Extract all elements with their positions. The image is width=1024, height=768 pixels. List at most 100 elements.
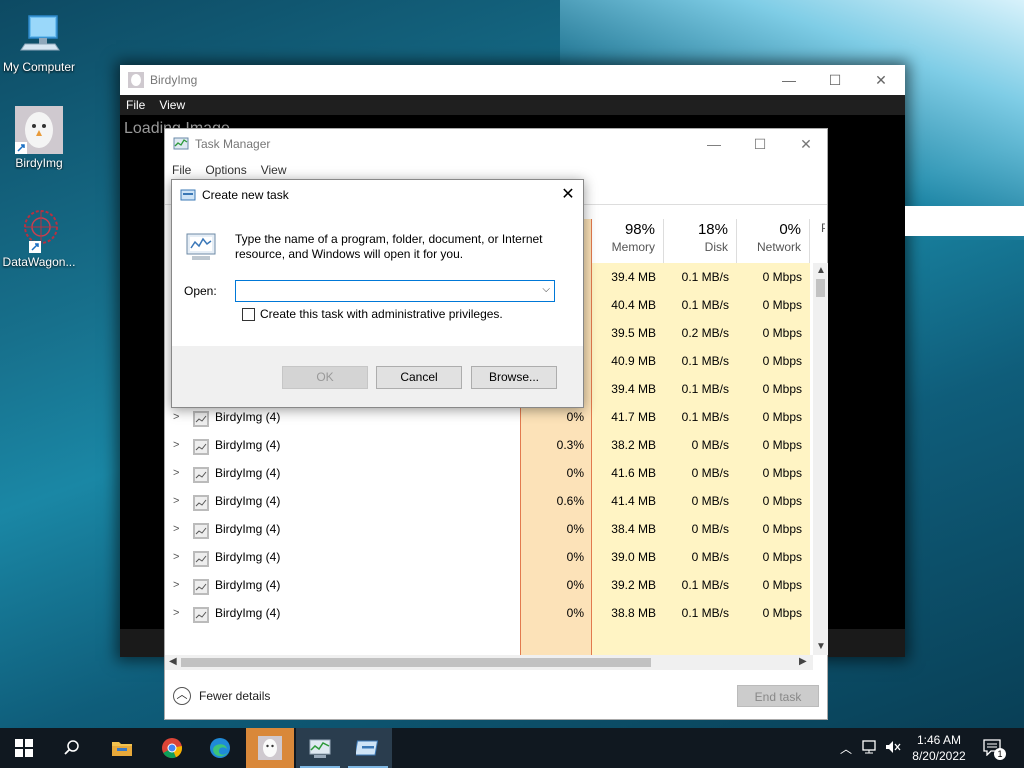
browse-button[interactable]: Browse... — [471, 366, 557, 389]
taskbar-edge[interactable] — [196, 728, 244, 768]
column-header-power[interactable]: P — [810, 219, 825, 263]
chevron-right-icon[interactable]: > — [173, 459, 179, 487]
birdyimg-shortcut-icon — [15, 106, 63, 154]
taskbar-run-dialog[interactable] — [344, 728, 392, 768]
fewer-details-button[interactable]: ︿ Fewer details — [173, 687, 270, 705]
cancel-button[interactable]: Cancel — [376, 366, 462, 389]
computer-icon — [15, 10, 63, 58]
memory-cell: 38.8 MB — [611, 606, 656, 620]
birdyimg-process-icon — [193, 549, 209, 567]
process-row[interactable]: > BirdyImg (4) 0% 38.8 MB 0.1 MB/s 0 Mbps — [165, 599, 817, 627]
disk-cell: 0.1 MB/s — [681, 298, 729, 312]
dialog-titlebar[interactable]: Create new task — [172, 180, 583, 210]
chevron-up-icon[interactable]: ︿ — [840, 740, 852, 757]
process-name: BirdyImg (4) — [215, 550, 281, 564]
cpu-cell: 0% — [566, 550, 584, 564]
birdyimg-canvas-edge — [905, 206, 1024, 236]
disk-cell: 0 MB/s — [691, 466, 729, 480]
menu-file[interactable]: File — [126, 98, 145, 112]
clock-time: 1:46 AM — [916, 733, 962, 747]
minimize-button[interactable]: — — [691, 129, 737, 159]
chevron-right-icon[interactable]: > — [173, 515, 179, 543]
network-cell: 0 Mbps — [762, 522, 802, 536]
chevron-up-icon: ︿ — [173, 687, 191, 705]
menu-view[interactable]: View — [261, 163, 287, 177]
disk-cell: 0.1 MB/s — [681, 354, 729, 368]
taskbar-chrome[interactable] — [148, 728, 196, 768]
scroll-up-icon[interactable]: ▲ — [816, 265, 826, 276]
memory-cell: 41.4 MB — [611, 494, 656, 508]
scroll-down-icon[interactable]: ▼ — [816, 641, 826, 652]
birdyimg-process-icon — [193, 521, 209, 539]
taskbar-task-manager[interactable] — [296, 728, 344, 768]
process-row[interactable]: > BirdyImg (4) 0.6% 41.4 MB 0 MB/s 0 Mbps — [165, 487, 817, 515]
end-task-button[interactable]: End task — [737, 685, 819, 707]
desktop-icon-birdyimg[interactable]: BirdyImg — [0, 106, 78, 170]
scroll-right-icon[interactable]: ▶ — [799, 656, 807, 667]
column-name: Disk — [704, 240, 728, 254]
memory-cell: 41.6 MB — [611, 466, 656, 480]
admin-privileges-checkbox[interactable] — [242, 307, 255, 321]
folder-icon — [112, 742, 132, 756]
notification-count-badge: 1 — [994, 748, 1006, 760]
process-name: BirdyImg (4) — [215, 438, 281, 452]
network-icon[interactable] — [862, 739, 880, 758]
process-name-cell: > BirdyImg (4) — [165, 459, 520, 487]
desktop-icon-my-computer[interactable]: My Computer — [0, 10, 78, 74]
maximize-button[interactable]: ☐ — [737, 129, 783, 159]
chevron-right-icon[interactable]: > — [173, 599, 179, 627]
open-label: Open: — [184, 284, 217, 298]
run-program-icon — [184, 230, 218, 267]
maximize-button[interactable]: ☐ — [812, 65, 858, 95]
column-header-disk[interactable]: 18% Disk — [664, 219, 737, 263]
process-name-cell: > BirdyImg (4) — [165, 515, 520, 543]
create-new-task-dialog: Create new task ✕ Type the name of a pro… — [171, 179, 584, 408]
column-name: Network — [756, 240, 801, 254]
close-icon[interactable]: ✕ — [553, 180, 583, 210]
process-row[interactable]: > BirdyImg (4) 0% 39.2 MB 0.1 MB/s 0 Mbps — [165, 571, 817, 599]
menu-file[interactable]: File — [172, 163, 191, 177]
process-row[interactable]: > BirdyImg (4) 0% 41.6 MB 0 MB/s 0 Mbps — [165, 459, 817, 487]
start-button[interactable] — [0, 728, 48, 768]
column-header-network[interactable]: 0% Network — [737, 219, 810, 263]
open-combobox[interactable]: ⌵ — [235, 280, 555, 302]
process-name: BirdyImg (4) — [215, 494, 281, 508]
task-manager-icon — [309, 739, 331, 758]
disk-cell: 0.1 MB/s — [681, 578, 729, 592]
close-button[interactable]: ✕ — [783, 129, 829, 159]
vertical-scrollbar[interactable]: ▲ ▼ — [813, 263, 828, 655]
process-name-cell: > BirdyImg (4) — [165, 571, 520, 599]
network-cell: 0 Mbps — [762, 354, 802, 368]
scrollbar-thumb[interactable] — [181, 658, 651, 667]
volume-icon[interactable] — [884, 739, 902, 758]
taskbar-file-explorer[interactable] — [98, 728, 146, 768]
network-cell: 0 Mbps — [762, 494, 802, 508]
minimize-button[interactable]: — — [766, 65, 812, 95]
ok-button[interactable]: OK — [282, 366, 368, 389]
process-row[interactable]: > BirdyImg (4) 0% 39.0 MB 0 MB/s 0 Mbps — [165, 543, 817, 571]
scroll-left-icon[interactable]: ◀ — [169, 656, 177, 667]
notification-center-button[interactable]: 1 — [982, 738, 1006, 760]
process-row[interactable]: > BirdyImg (4) 0% 38.4 MB 0 MB/s 0 Mbps — [165, 515, 817, 543]
chevron-right-icon[interactable]: > — [173, 543, 179, 571]
birdyimg-process-icon — [193, 409, 209, 427]
chevron-right-icon[interactable]: > — [173, 487, 179, 515]
menu-view[interactable]: View — [159, 98, 185, 112]
chevron-right-icon[interactable]: > — [173, 571, 179, 599]
chevron-right-icon[interactable]: > — [173, 431, 179, 459]
menu-options[interactable]: Options — [205, 163, 246, 177]
close-button[interactable]: ✕ — [858, 65, 904, 95]
chevron-down-icon[interactable]: ⌵ — [542, 284, 550, 295]
birdyimg-process-icon — [193, 437, 209, 455]
search-button[interactable] — [48, 728, 96, 768]
taskbar-birdyimg[interactable] — [246, 728, 294, 768]
process-row[interactable]: > BirdyImg (4) 0.3% 38.2 MB 0 MB/s 0 Mbps — [165, 431, 817, 459]
taskbar-clock[interactable]: 1:46 AM 8/20/2022 — [906, 732, 972, 764]
cpu-cell: 0% — [566, 466, 584, 480]
desktop-icon-datawagon[interactable]: DataWagon... — [0, 205, 78, 269]
horizontal-scrollbar[interactable]: ◀ ▶ — [165, 655, 813, 670]
column-header-memory[interactable]: 98% Memory — [592, 219, 664, 263]
scrollbar-thumb[interactable] — [816, 279, 825, 297]
cpu-cell: 0% — [566, 578, 584, 592]
admin-privileges-option[interactable]: Create this task with administrative pri… — [242, 307, 503, 321]
